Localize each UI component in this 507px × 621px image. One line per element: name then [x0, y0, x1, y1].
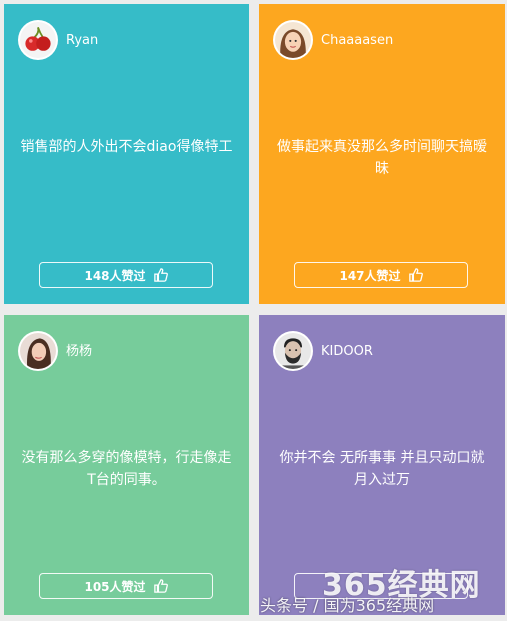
- like-count: 148人赞过: [84, 268, 146, 283]
- username[interactable]: Chaaaasen: [321, 33, 393, 49]
- username[interactable]: KIDOOR: [321, 344, 373, 360]
- post-text: 你并不会 无所事事 并且只动口就月入过万: [279, 450, 485, 488]
- like-button[interactable]: 148人赞过: [39, 262, 213, 288]
- cartoon-girl-avatar-icon: [275, 22, 311, 58]
- avatar[interactable]: [18, 331, 58, 371]
- post-card-yangyang: 杨杨 没有那么多穿的像模特，行走像走T台的同事。 105人赞过: [4, 315, 249, 615]
- post-text: 做事起来真没那么多时间聊天搞暧昧: [277, 139, 487, 177]
- username[interactable]: Ryan: [66, 33, 98, 49]
- thumbs-up-icon: [153, 268, 168, 282]
- post-text: 没有那么多穿的像模特，行走像走T台的同事。: [21, 450, 232, 488]
- thumbs-up-icon: [153, 579, 168, 593]
- post-card-chaaaasen: Chaaaasen 做事起来真没那么多时间聊天搞暧昧 147人赞过: [259, 4, 505, 304]
- avatar[interactable]: [273, 20, 313, 60]
- cherry-avatar-icon: [20, 22, 56, 58]
- post-card-ryan: Ryan 销售部的人外出不会diao得像特工 148人赞过: [4, 4, 249, 304]
- bearded-man-avatar-icon: [275, 333, 311, 369]
- avatar[interactable]: [18, 20, 58, 60]
- like-button[interactable]: 147人赞过: [294, 262, 468, 288]
- watermark-caption: 头条号 / 国为365经典网: [260, 596, 435, 615]
- avatar[interactable]: [273, 331, 313, 371]
- woman-photo-avatar-icon: [20, 333, 56, 369]
- post-text: 销售部的人外出不会diao得像特工: [20, 139, 233, 155]
- thumbs-up-icon: [408, 268, 423, 282]
- like-count: 105人赞过: [84, 579, 146, 594]
- like-count: 147人赞过: [339, 268, 401, 283]
- like-button[interactable]: 105人赞过: [39, 573, 213, 599]
- username[interactable]: 杨杨: [66, 344, 92, 360]
